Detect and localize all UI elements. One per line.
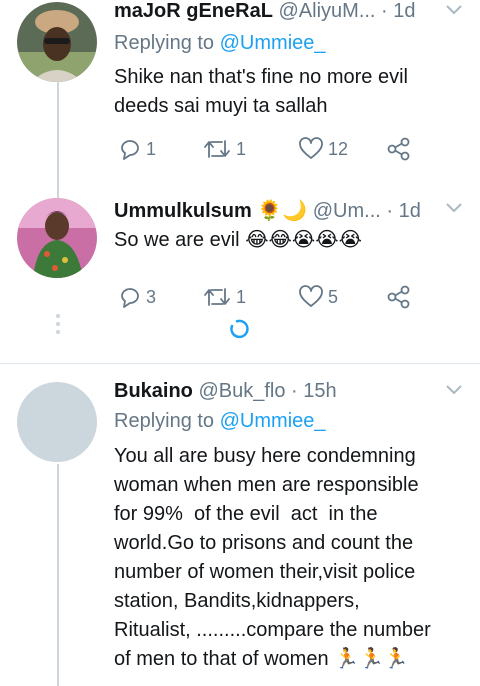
replying-to: Replying to @Ummiee_ xyxy=(114,32,326,55)
share-button[interactable] xyxy=(386,282,412,312)
tweet-text-line: world.Go to prisons and count the xyxy=(114,532,414,554)
mention-link[interactable]: @Ummiee_ xyxy=(220,410,326,432)
tweet-text-line: for 99% of the evil act in the xyxy=(114,503,378,525)
tweet-text: So we are evil 😂😂😭😭😭 xyxy=(114,226,464,255)
chevron-down-icon[interactable] xyxy=(444,382,464,398)
tweet-1[interactable]: maJoR gEneRaL @AliyuM... · 1d Replying t… xyxy=(0,0,480,182)
timestamp[interactable]: 15h xyxy=(303,380,336,402)
retweet-button[interactable]: 1 xyxy=(202,134,246,164)
tweet-text-line: woman when men are responsible xyxy=(114,474,419,496)
replying-to: Replying to @Ummiee_ xyxy=(114,410,326,433)
tweet-emoji: 😂😂😭😭😭 xyxy=(245,229,363,251)
tweet-actions: 1 1 12 xyxy=(114,134,464,164)
user-handle[interactable]: @Buk_flo xyxy=(198,380,285,402)
like-button[interactable]: 12 xyxy=(298,134,348,164)
tweet-actions: 3 1 5 xyxy=(114,282,464,312)
tweet-text-line: number of women their,visit police xyxy=(114,561,416,583)
chevron-down-icon[interactable] xyxy=(444,2,464,18)
tweet-emoji: 🏃🏃🏃 xyxy=(334,648,409,670)
retweet-icon xyxy=(204,288,230,306)
separator-dot: · xyxy=(381,0,388,22)
like-button[interactable]: 5 xyxy=(298,282,338,312)
replying-to-label: Replying to xyxy=(114,32,220,54)
tweet-text-content: So we are evil xyxy=(114,229,240,251)
timestamp[interactable]: 1d xyxy=(399,200,421,222)
retweet-count: 1 xyxy=(236,138,247,159)
avatar-placeholder[interactable] xyxy=(17,382,97,462)
tweet-text-line: of men to that of women xyxy=(114,648,329,670)
share-button[interactable] xyxy=(386,134,412,164)
thread-line xyxy=(57,178,59,200)
heart-icon xyxy=(299,285,323,307)
avatar[interactable] xyxy=(17,198,97,278)
share-icon xyxy=(387,285,410,309)
tweet-text-line: station, Bandits,kidnappers, xyxy=(114,590,360,612)
user-handle[interactable]: @Um... xyxy=(313,200,381,222)
tweet-3[interactable]: Bukaino @Buk_flo · 15h Replying to @Ummi… xyxy=(0,364,480,686)
avatar[interactable] xyxy=(17,2,97,82)
name-emoji: 🌻🌙 xyxy=(257,200,308,222)
reply-count: 3 xyxy=(146,286,157,307)
retweet-icon xyxy=(204,140,230,158)
tweet-text-line-last: of men to that of women 🏃🏃🏃 xyxy=(114,645,464,674)
display-name[interactable]: maJoR gEneRaL xyxy=(114,0,273,22)
share-icon xyxy=(387,137,410,161)
reply-icon xyxy=(121,140,139,160)
tweet-text-line: Ritualist, .........compare the number xyxy=(114,619,431,641)
reply-button[interactable]: 3 xyxy=(118,282,156,312)
tweet-text: Shike nan that's fine no more evil deeds… xyxy=(114,66,408,117)
retweet-count: 1 xyxy=(236,286,247,307)
loading-spinner-icon xyxy=(230,319,249,339)
reply-count: 1 xyxy=(146,138,157,159)
separator-dot: · xyxy=(386,200,394,222)
tweet-text: You all are busy here condemning woman w… xyxy=(114,442,464,674)
more-replies-dots[interactable] xyxy=(55,312,61,336)
like-count: 12 xyxy=(328,138,349,159)
display-name[interactable]: Ummulkulsum xyxy=(114,200,252,222)
tweet-text-line: You all are busy here condemning xyxy=(114,445,416,467)
like-count: 5 xyxy=(328,286,339,307)
display-name[interactable]: Bukaino xyxy=(114,380,193,402)
heart-icon xyxy=(299,137,323,159)
chevron-down-icon[interactable] xyxy=(444,200,464,216)
reply-icon xyxy=(121,288,139,308)
timestamp[interactable]: 1d xyxy=(393,0,415,22)
thread-line xyxy=(57,464,59,686)
retweet-button[interactable]: 1 xyxy=(202,282,246,312)
replying-to-label: Replying to xyxy=(114,410,220,432)
separator-dot: · xyxy=(291,380,298,402)
mention-link[interactable]: @Ummiee_ xyxy=(220,32,326,54)
user-handle[interactable]: @AliyuM... xyxy=(279,0,376,22)
thread-line xyxy=(57,82,59,182)
reply-button[interactable]: 1 xyxy=(118,134,156,164)
